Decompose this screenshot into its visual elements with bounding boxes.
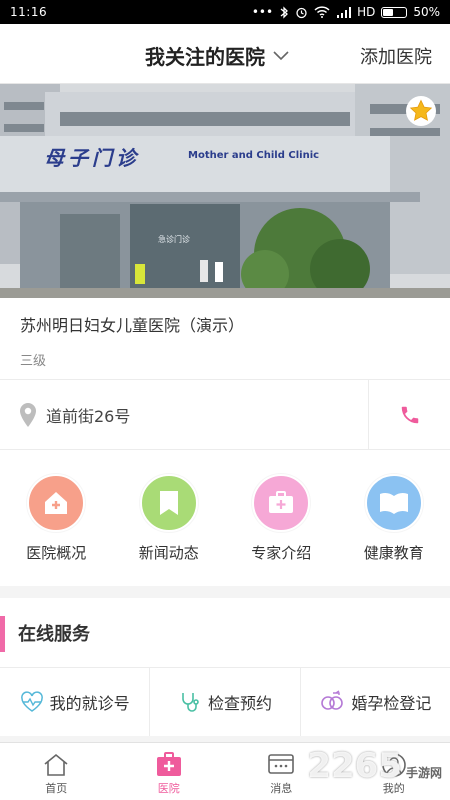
service-exam-booking[interactable]: 检查预约 bbox=[150, 668, 301, 736]
section-title: 在线服务 bbox=[18, 623, 90, 645]
section-accent-bar bbox=[0, 616, 5, 652]
hospital-info: 苏州明日妇女儿童医院（演示） 三级 bbox=[0, 298, 450, 380]
home-icon bbox=[44, 753, 68, 776]
quick-label: 新闻动态 bbox=[138, 544, 199, 562]
favorite-button[interactable] bbox=[406, 96, 436, 126]
status-time: 11:16 bbox=[10, 5, 48, 19]
hospital-level: 三级 bbox=[20, 354, 47, 369]
battery-percent: 50% bbox=[413, 5, 440, 19]
quick-experts[interactable]: 专家介绍 bbox=[225, 474, 338, 563]
address-row: 道前街26号 bbox=[0, 380, 450, 450]
quick-label: 医院概况 bbox=[26, 544, 87, 562]
message-icon bbox=[268, 754, 295, 774]
quick-menu: 医院概况 新闻动态 专家介绍 健康教育 bbox=[0, 450, 450, 586]
wifi-icon bbox=[314, 6, 330, 18]
watermark-sub: 手游网 bbox=[405, 766, 442, 780]
sign-en: Mother and Child Clinic bbox=[188, 150, 320, 161]
address-link[interactable]: 道前街26号 bbox=[0, 402, 368, 428]
signal-icon bbox=[337, 6, 352, 18]
service-label: 我的就诊号 bbox=[49, 694, 130, 713]
header: 我关注的医院 添加医院 bbox=[0, 24, 450, 84]
battery-icon bbox=[381, 6, 408, 18]
phone-button[interactable] bbox=[368, 380, 450, 449]
bluetooth-icon bbox=[280, 5, 289, 19]
quick-icon-circle bbox=[139, 474, 198, 532]
location-pin-icon bbox=[20, 402, 36, 427]
sign-small: 急诊门诊 bbox=[158, 235, 190, 244]
hospital-name: 苏州明日妇女儿童医院（演示） bbox=[20, 316, 245, 335]
quick-health-education[interactable]: 健康教育 bbox=[338, 474, 450, 563]
hospital-photo bbox=[0, 84, 450, 298]
add-hospital-button[interactable]: 添加医院 bbox=[360, 43, 432, 69]
tab-label: 首页 bbox=[45, 782, 68, 795]
tab-label: 消息 bbox=[270, 782, 293, 795]
site-watermark: 2265 手游网 bbox=[307, 746, 442, 786]
phone-icon bbox=[401, 406, 418, 423]
open-book-icon bbox=[379, 492, 408, 514]
quick-label: 专家介绍 bbox=[251, 544, 312, 562]
watermark-logo: 2265 bbox=[307, 746, 402, 786]
hospital-banner: 母子门诊 Mother and Child Clinic 急诊门诊 bbox=[0, 84, 450, 298]
quick-hospital-overview[interactable]: 医院概况 bbox=[0, 474, 113, 563]
star-icon bbox=[409, 99, 433, 121]
service-premarital-registration[interactable]: 婚孕检登记 bbox=[301, 668, 450, 736]
tab-label: 医院 bbox=[157, 782, 180, 795]
page-title: 我关注的医院 bbox=[145, 45, 265, 69]
dots-icon: ••• bbox=[251, 5, 274, 19]
tab-hospital[interactable]: 医院 bbox=[113, 743, 226, 800]
tab-home[interactable]: 首页 bbox=[0, 743, 113, 800]
heart-pulse-icon bbox=[20, 691, 43, 712]
network-type: HD bbox=[357, 5, 376, 19]
medical-case-icon bbox=[269, 491, 294, 513]
quick-icon-circle bbox=[252, 474, 311, 532]
quick-news[interactable]: 新闻动态 bbox=[113, 474, 226, 563]
service-label: 检查预约 bbox=[207, 694, 272, 713]
chevron-down-icon bbox=[273, 50, 289, 60]
section-header: 在线服务 bbox=[0, 598, 450, 668]
quick-label: 健康教育 bbox=[363, 544, 424, 562]
quick-icon-circle bbox=[27, 474, 86, 532]
hospital-icon bbox=[156, 752, 181, 776]
service-my-visit-number[interactable]: 我的就诊号 bbox=[0, 668, 151, 736]
service-label: 婚孕检登记 bbox=[351, 694, 432, 713]
online-services: 在线服务 我的就诊号 检查预约 婚孕检登记 bbox=[0, 598, 450, 736]
status-bar: 11:16 ••• HD 50% bbox=[0, 0, 450, 24]
hospital-switcher[interactable]: 我关注的医院 bbox=[145, 41, 289, 70]
address-text: 道前街26号 bbox=[46, 406, 131, 426]
service-row: 我的就诊号 检查预约 婚孕检登记 bbox=[0, 668, 450, 736]
stethoscope-icon bbox=[182, 693, 199, 712]
alarm-icon bbox=[296, 7, 307, 18]
sign-cn: 母子门诊 bbox=[44, 146, 140, 170]
quick-icon-circle bbox=[364, 474, 423, 532]
gender-rings-icon bbox=[321, 690, 344, 710]
bookmark-icon bbox=[159, 491, 178, 515]
house-plus-icon bbox=[45, 492, 68, 514]
